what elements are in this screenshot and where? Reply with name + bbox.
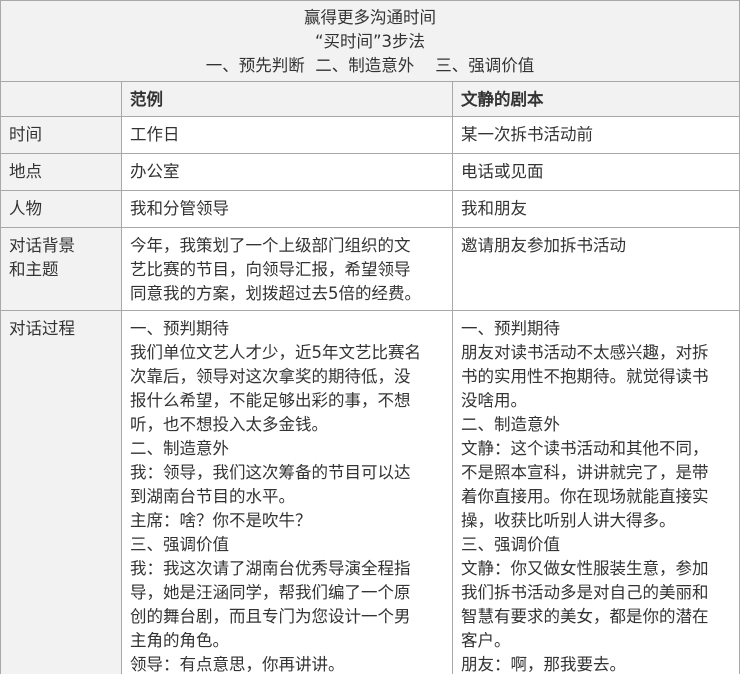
table-row: 人物 我和分管领导 我和朋友: [0, 190, 740, 228]
row-label-text: 人物: [9, 199, 42, 218]
script-text: 三、强调价值: [461, 535, 560, 554]
example-cell: 我和分管领导: [121, 190, 453, 228]
title-line-2: “买时间”3步法: [314, 32, 426, 51]
example-cell: 今年，我策划了一个上级部门组织的文 艺比赛的节目，向领导汇报，希望领导 同意我的…: [121, 227, 453, 311]
table-row: 对话过程 一、预判期待 我们单位文艺人才少，近5年文艺比赛名 次靠后，领导对这次…: [0, 310, 740, 674]
header-row: 范例 文静的剧本: [0, 81, 740, 117]
example-text: 艺比赛的节目，向领导汇报，希望领导: [130, 260, 411, 279]
script-text: 朋友对读书活动不太感兴趣，对拆: [461, 343, 709, 362]
script-text: 我们拆书活动多是对自己的美丽和: [461, 583, 709, 602]
example-text: 工作日: [130, 125, 180, 144]
example-text: 我：我这次请了湖南台优秀导演全程指: [130, 559, 411, 578]
script-text: 文静：你又做女性服装生意，参加: [461, 559, 709, 578]
row-label: 地点: [0, 153, 122, 191]
example-text: 主席：啥？你不是吹牛？: [130, 511, 312, 530]
document: 赢得更多沟通时间 “买时间”3步法 一、预先判断 二、制造意外 三、强调价值 范…: [0, 0, 740, 674]
header-script: 文静的剧本: [451, 81, 740, 117]
script-cell: 邀请朋友参加拆书活动: [451, 227, 740, 311]
row-label: 时间: [0, 116, 122, 154]
script-text: 一、预判期待: [461, 319, 560, 338]
script-text: 朋友：啊，那我要去。: [461, 655, 626, 674]
example-text: 一、预判期待: [130, 319, 229, 338]
example-text: 到湖南台节目的水平。: [130, 487, 295, 506]
example-text: 听，也不想投入太多金钱。: [130, 415, 328, 434]
comparison-table: 赢得更多沟通时间 “买时间”3步法 一、预先判断 二、制造意外 三、强调价值 范…: [0, 0, 740, 674]
row-label-text: 时间: [9, 125, 42, 144]
row-label: 对话过程: [0, 310, 122, 674]
example-text: 二、制造意外: [130, 439, 229, 458]
example-text: 次靠后，领导对这次拿奖的期待低，没: [130, 367, 411, 386]
title-line-3: 一、预先判断 二、制造意外 三、强调价值: [205, 56, 535, 75]
title-row: 赢得更多沟通时间 “买时间”3步法 一、预先判断 二、制造意外 三、强调价值: [0, 0, 740, 82]
script-text: 书的实用性不抱期待。就觉得读书: [461, 367, 709, 386]
row-label-text: 和主题: [9, 260, 59, 279]
example-text: 办公室: [130, 162, 180, 181]
example-text: 我和分管领导: [130, 199, 229, 218]
example-text: 我们单位文艺人才少，近5年文艺比赛名: [130, 343, 421, 362]
table-row: 时间 工作日 某一次拆书活动前: [0, 116, 740, 154]
script-text: 电话或见面: [461, 162, 544, 181]
script-cell: 我和朋友: [451, 190, 740, 228]
example-text: 我：领导，我们这次筹备的节目可以达: [130, 463, 411, 482]
table-title: 赢得更多沟通时间 “买时间”3步法 一、预先判断 二、制造意外 三、强调价值: [0, 0, 740, 82]
example-cell: 办公室: [121, 153, 453, 191]
row-label: 对话背景 和主题: [0, 227, 122, 311]
script-text: 邀请朋友参加拆书活动: [461, 236, 626, 255]
example-cell: 一、预判期待 我们单位文艺人才少，近5年文艺比赛名 次靠后，领导对这次拿奖的期待…: [121, 310, 453, 674]
script-text: 文静：这个读书活动和其他不同，: [461, 439, 709, 458]
table-row: 地点 办公室 电话或见面: [0, 153, 740, 191]
header-example: 范例: [121, 81, 453, 117]
script-text: 着你直接用。你在现场就能直接实: [461, 487, 709, 506]
script-text: 某一次拆书活动前: [461, 125, 593, 144]
script-cell: 电话或见面: [451, 153, 740, 191]
example-text: 主角的角色。: [130, 631, 229, 650]
example-text: 领导：有点意思，你再讲讲。: [130, 655, 345, 674]
row-label: 人物: [0, 190, 122, 228]
script-text: 没啥用。: [461, 391, 527, 410]
script-text: 智慧有要求的美女，都是你的潜在: [461, 607, 709, 626]
script-text: 客户。: [461, 631, 511, 650]
script-text: 不是照本宣科，讲讲就完了，是带: [461, 463, 709, 482]
example-text: 同意我的方案，划拨超过去5倍的经费。: [130, 284, 421, 303]
example-text: 导，她是汪涵同学，帮我们编了一个原: [130, 583, 411, 602]
header-corner: [0, 81, 122, 117]
script-cell: 某一次拆书活动前: [451, 116, 740, 154]
example-text: 创的舞台剧，而且专门为您设计一个男: [130, 607, 411, 626]
script-text: 二、制造意外: [461, 415, 560, 434]
table-row: 对话背景 和主题 今年，我策划了一个上级部门组织的文 艺比赛的节目，向领导汇报，…: [0, 227, 740, 311]
script-text: 我和朋友: [461, 199, 527, 218]
example-text: 三、强调价值: [130, 535, 229, 554]
row-label-text: 对话过程: [9, 319, 75, 338]
script-cell: 一、预判期待 朋友对读书活动不太感兴趣，对拆 书的实用性不抱期待。就觉得读书 没…: [451, 310, 740, 674]
script-text: 操，收获比听别人讲大得多。: [461, 511, 676, 530]
row-label-text: 地点: [9, 162, 42, 181]
example-cell: 工作日: [121, 116, 453, 154]
title-line-1: 赢得更多沟通时间: [304, 8, 436, 27]
example-text: 报什么希望，不能足够出彩的事，不想: [130, 391, 411, 410]
row-label-text: 对话背景: [9, 236, 75, 255]
example-text: 今年，我策划了一个上级部门组织的文: [130, 236, 411, 255]
